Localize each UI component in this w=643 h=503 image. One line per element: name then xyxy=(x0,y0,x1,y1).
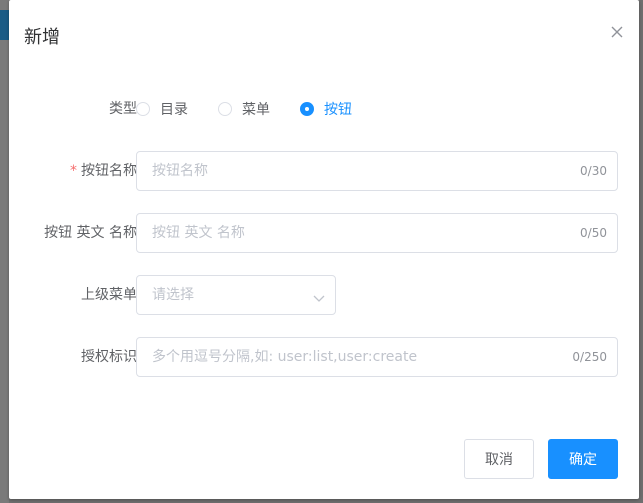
required-mark: * xyxy=(70,163,77,179)
type-label: 类型 xyxy=(109,101,137,117)
radio-circle-icon xyxy=(218,102,232,116)
cancel-button[interactable]: 取消 xyxy=(464,439,534,479)
parent-menu-select[interactable]: 请选择 xyxy=(136,275,336,315)
parent-menu-placeholder: 请选择 xyxy=(152,287,194,303)
permission-count: 0/250 xyxy=(572,350,607,364)
permission-input[interactable] xyxy=(137,338,557,376)
form-row-parent-menu: 上级菜单 请选择 xyxy=(9,275,639,315)
button-name-label: * 按钮名称 xyxy=(70,151,137,191)
type-radio-group: 目录 菜单 按钮 xyxy=(136,89,382,129)
radio-checked-icon xyxy=(300,102,314,116)
button-name-label-text: 按钮名称 xyxy=(81,163,137,179)
radio-label-menu: 菜单 xyxy=(242,102,270,118)
radio-label-directory: 目录 xyxy=(160,102,188,118)
button-en-name-count: 0/50 xyxy=(580,226,607,240)
confirm-button[interactable]: 确定 xyxy=(548,439,618,479)
button-name-field: 0/30 xyxy=(136,151,618,191)
form-row-button-en-name: 按钮 英文 名称 0/50 xyxy=(9,213,639,253)
add-dialog: 新增 类型 目录 菜单 按钮 *按钮名称 0/30 xyxy=(9,0,639,499)
form-row-permission: 授权标识 0/250 xyxy=(9,337,639,377)
radio-menu[interactable]: 菜单 xyxy=(218,99,270,119)
permission-field: 0/250 xyxy=(136,337,618,377)
form-row-button-name: *按钮名称 0/30 xyxy=(9,151,639,191)
dialog-header: 新增 xyxy=(24,24,60,52)
backdrop-tag xyxy=(0,10,9,40)
button-name-input[interactable] xyxy=(137,152,557,190)
form-row-type: 类型 目录 菜单 按钮 xyxy=(9,89,639,129)
permission-label: 授权标识 xyxy=(81,349,137,365)
button-en-name-input[interactable] xyxy=(137,214,557,252)
dialog-title: 新增 xyxy=(24,27,60,48)
parent-menu-label: 上级菜单 xyxy=(81,287,137,303)
radio-button[interactable]: 按钮 xyxy=(300,99,352,119)
radio-circle-icon xyxy=(136,102,150,116)
chevron-down-icon xyxy=(313,289,325,302)
button-name-count: 0/30 xyxy=(580,164,607,178)
close-icon[interactable] xyxy=(609,24,625,40)
radio-label-button: 按钮 xyxy=(324,102,352,118)
button-en-name-field: 0/50 xyxy=(136,213,618,253)
page-backdrop xyxy=(0,0,9,503)
radio-directory[interactable]: 目录 xyxy=(136,99,188,119)
button-en-name-label: 按钮 英文 名称 xyxy=(44,225,137,241)
